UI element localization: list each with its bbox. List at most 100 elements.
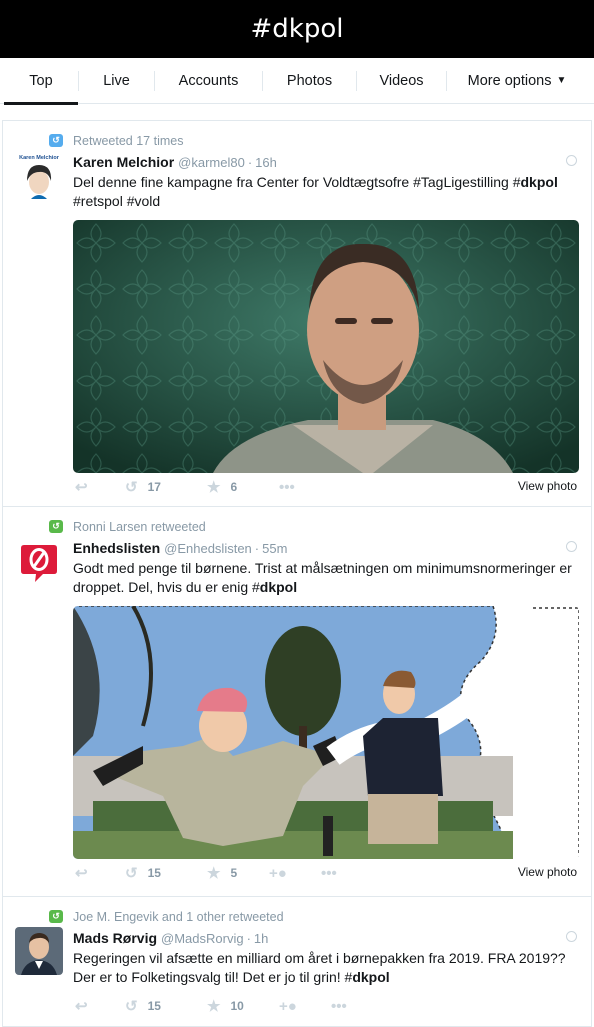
globe-icon — [566, 541, 577, 552]
reply-icon: ↩ — [75, 479, 88, 496]
tweet-time[interactable]: 16h — [255, 155, 277, 170]
avatar-caption: Karen Melchior — [19, 155, 60, 161]
more-icon: ••• — [321, 864, 337, 882]
tweet-header: Mads Rørvig @MadsRorvig · 1h — [73, 928, 577, 948]
tweet-text: Regeringen vil afsætte en milliard om år… — [73, 949, 577, 987]
tweet-text-part: Del denne fine kampagne fra Center for V… — [73, 174, 521, 190]
context-text: Retweeted 17 times — [73, 134, 184, 148]
tweet-actions: ↩ ↺ 17 ★ 6 ••• — [75, 477, 295, 497]
search-tabs: Top Live Accounts Photos Videos More opt… — [0, 58, 594, 105]
tab-more-label: More options — [467, 72, 552, 89]
more-button[interactable]: ••• — [321, 865, 337, 882]
author-name[interactable]: Enhedslisten — [73, 540, 160, 556]
tweet-context: ↺ Joe M. Engevik and 1 other retweeted — [49, 909, 577, 925]
globe-icon — [566, 155, 577, 166]
retweet-button[interactable]: ↺ 15 — [125, 864, 207, 882]
globe-icon — [566, 931, 577, 942]
retweet-count: 17 — [147, 480, 161, 494]
author-name[interactable]: Karen Melchior — [73, 154, 174, 170]
page-title: #dkpol — [250, 14, 344, 44]
avatar[interactable]: Karen Melchior — [15, 151, 63, 199]
tweet-text: Del denne fine kampagne fra Center for V… — [73, 173, 577, 211]
tweet-context: ↺ Retweeted 17 times — [49, 133, 577, 149]
tab-top-label: Top — [29, 72, 53, 89]
separator-dot: · — [247, 154, 253, 170]
retweet-icon: ↺ — [125, 998, 138, 1015]
view-photo-link[interactable]: View photo — [518, 479, 577, 493]
tweet-text-part: #retspol #vold — [73, 193, 161, 209]
tab-more-options[interactable]: More options ▼ — [447, 58, 587, 104]
promoted-retweet-icon: ↺ — [49, 134, 63, 147]
tab-photos[interactable]: Photos — [263, 58, 356, 104]
tweet-time[interactable]: 1h — [254, 931, 268, 946]
reply-button[interactable]: ↩ — [75, 478, 125, 496]
author-name[interactable]: Mads Rørvig — [73, 930, 157, 946]
avatar[interactable] — [15, 537, 63, 585]
tweet-highlight[interactable]: dkpol — [521, 174, 558, 190]
avatar[interactable] — [15, 927, 63, 975]
tab-videos-label: Videos — [379, 72, 424, 89]
like-button[interactable]: ★ 5 — [207, 864, 269, 882]
retweet-icon: ↺ — [49, 910, 63, 923]
follow-icon: +● — [279, 997, 297, 1015]
context-text: Joe M. Engevik and 1 other retweeted — [73, 910, 284, 924]
like-button[interactable]: ★ 6 — [207, 478, 279, 496]
separator-dot: · — [246, 930, 251, 946]
tweet-photo[interactable] — [73, 606, 579, 859]
star-icon: ★ — [207, 998, 221, 1015]
like-count: 6 — [230, 480, 238, 494]
author-handle[interactable]: @MadsRorvig — [161, 931, 244, 946]
retweet-count: 15 — [147, 999, 161, 1013]
reply-icon: ↩ — [75, 865, 88, 882]
chevron-down-icon: ▼ — [556, 75, 567, 86]
tab-videos[interactable]: Videos — [357, 58, 446, 104]
tweet-actions: ↩ ↺ 15 ★ 10 +● ••• — [75, 996, 347, 1016]
like-count: 5 — [230, 866, 238, 880]
tweet-time[interactable]: 55m — [262, 541, 287, 556]
tweet-context: ↺ Ronni Larsen retweeted — [49, 519, 577, 535]
tweet-stream: ↺ Retweeted 17 times Karen Melchior Kare… — [2, 120, 592, 1027]
author-handle[interactable]: @Enhedslisten — [164, 541, 252, 556]
tweet-text-part: Regeringen vil afsætte en milliard om år… — [73, 950, 566, 985]
follow-icon: +● — [269, 864, 287, 882]
tweet-highlight[interactable]: dkpol — [352, 969, 389, 985]
reply-button[interactable]: ↩ — [75, 864, 125, 882]
tab-accounts[interactable]: Accounts — [155, 58, 262, 104]
tab-live[interactable]: Live — [79, 58, 154, 104]
tab-photos-label: Photos — [286, 72, 333, 89]
context-text: Ronni Larsen retweeted — [73, 520, 206, 534]
retweet-count: 15 — [147, 866, 161, 880]
tweet-highlight[interactable]: dkpol — [260, 579, 297, 595]
retweet-icon: ↺ — [49, 520, 63, 533]
tweet-photo[interactable] — [73, 220, 579, 473]
tweet[interactable]: ↺ Joe M. Engevik and 1 other retweeted M… — [3, 897, 591, 1027]
tab-accounts-label: Accounts — [178, 72, 239, 89]
search-title-bar: #dkpol — [0, 0, 594, 58]
tweet-text-part: Godt med penge til børnene. Trist at mål… — [73, 560, 572, 595]
tweet-header: Enhedslisten @Enhedslisten · 55m — [73, 538, 577, 558]
tweet-text: Godt med penge til børnene. Trist at mål… — [73, 559, 577, 597]
view-photo-link[interactable]: View photo — [518, 865, 577, 879]
retweet-icon: ↺ — [125, 865, 138, 882]
retweet-button[interactable]: ↺ 15 — [125, 997, 207, 1015]
star-icon: ★ — [207, 865, 221, 882]
more-button[interactable]: ••• — [279, 479, 295, 496]
follow-button[interactable]: +● — [269, 865, 321, 882]
more-icon: ••• — [279, 478, 295, 496]
more-icon: ••• — [331, 997, 347, 1015]
tweet[interactable]: ↺ Ronni Larsen retweeted Enhedslisten @E… — [3, 507, 591, 897]
tab-top[interactable]: Top — [4, 58, 78, 105]
like-button[interactable]: ★ 10 — [207, 997, 279, 1015]
tweet-actions: ↩ ↺ 15 ★ 5 +● ••• — [75, 863, 337, 883]
retweet-button[interactable]: ↺ 17 — [125, 478, 207, 496]
like-count: 10 — [230, 999, 244, 1013]
tweet-header: Karen Melchior @karmel80 · 16h — [73, 152, 577, 172]
reply-icon: ↩ — [75, 998, 88, 1015]
reply-button[interactable]: ↩ — [75, 997, 125, 1015]
more-button[interactable]: ••• — [331, 998, 347, 1015]
retweet-icon: ↺ — [125, 479, 138, 496]
tweet[interactable]: ↺ Retweeted 17 times Karen Melchior Kare… — [3, 121, 591, 507]
follow-button[interactable]: +● — [279, 998, 331, 1015]
author-handle[interactable]: @karmel80 — [178, 155, 245, 170]
separator-dot: · — [254, 540, 260, 556]
